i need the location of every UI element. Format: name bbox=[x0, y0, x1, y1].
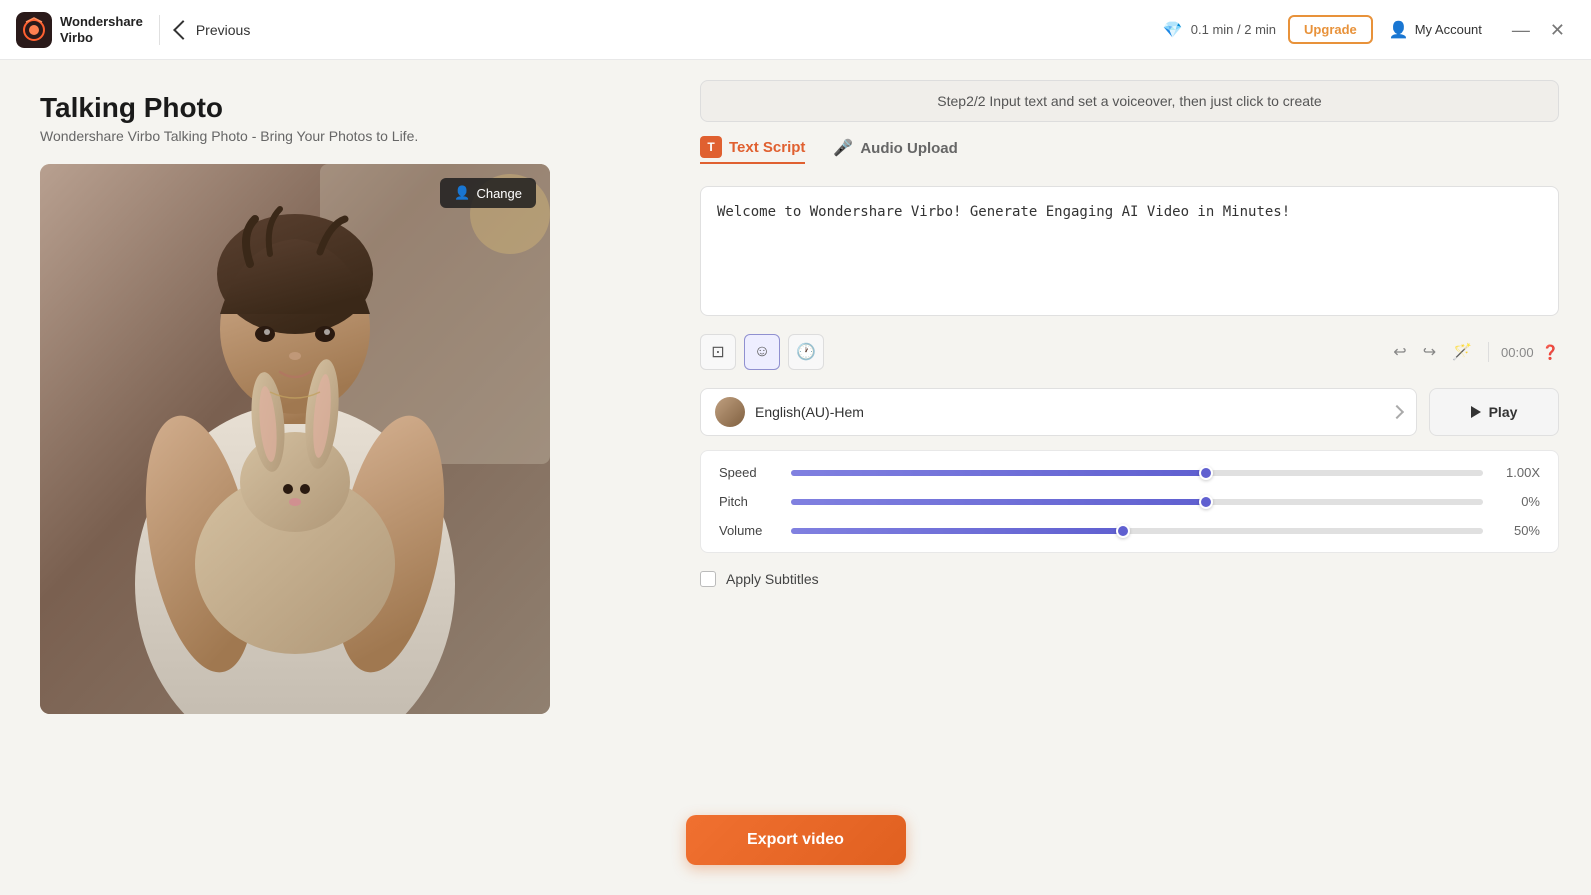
speed-slider-row: Speed 1.00X bbox=[719, 465, 1540, 480]
photo-container: 👤 Change bbox=[40, 164, 550, 714]
gem-icon: 💎 bbox=[1163, 20, 1183, 40]
titlebar-divider bbox=[159, 15, 160, 45]
volume-fill bbox=[791, 528, 1123, 534]
pitch-slider-row: Pitch 0% bbox=[719, 494, 1540, 509]
speed-label: Speed bbox=[719, 465, 779, 480]
step-banner: Step2/2 Input text and set a voiceover, … bbox=[700, 80, 1559, 122]
timer-button[interactable]: 🕐 bbox=[788, 334, 824, 370]
titlebar: Wondershare Virbo Previous 💎 0.1 min / 2… bbox=[0, 0, 1591, 60]
close-button[interactable]: ✕ bbox=[1540, 17, 1575, 43]
volume-slider-track[interactable] bbox=[791, 528, 1483, 534]
tab-audio-upload[interactable]: 🎤 Audio Upload bbox=[833, 138, 957, 162]
chevron-left-icon bbox=[173, 20, 193, 40]
chevron-right-icon bbox=[1390, 405, 1404, 419]
subtitles-row: Apply Subtitles bbox=[700, 567, 1559, 591]
volume-thumb[interactable] bbox=[1116, 524, 1130, 538]
tabs-row: T Text Script 🎤 Audio Upload bbox=[700, 136, 1559, 172]
speed-thumb[interactable] bbox=[1199, 466, 1213, 480]
speed-slider-track[interactable] bbox=[791, 470, 1483, 476]
account-icon: 👤 bbox=[1389, 20, 1409, 40]
undo-button[interactable]: ↩ bbox=[1389, 338, 1410, 366]
main-content: Talking Photo Wondershare Virbo Talking … bbox=[0, 60, 1591, 895]
subtitles-checkbox[interactable] bbox=[700, 571, 716, 587]
script-textarea[interactable]: Welcome to Wondershare Virbo! Generate E… bbox=[700, 186, 1559, 316]
toolbar-row: ⊡ ☺ 🕐 ↩ ↪ 🪄 00:00 ❓ bbox=[700, 330, 1559, 374]
pitch-value: 0% bbox=[1495, 494, 1540, 509]
play-icon bbox=[1471, 406, 1481, 418]
volume-label: Volume bbox=[719, 523, 779, 538]
page-title: Talking Photo bbox=[40, 92, 640, 124]
magic-button[interactable]: 🪄 bbox=[1448, 338, 1476, 366]
speed-value: 1.00X bbox=[1495, 465, 1540, 480]
upgrade-button[interactable]: Upgrade bbox=[1288, 15, 1373, 44]
sliders-section: Speed 1.00X Pitch bbox=[700, 450, 1559, 553]
person-icon: 👤 bbox=[454, 185, 470, 201]
voice-name: English(AU)-Hem bbox=[755, 404, 1382, 420]
emoji-button[interactable]: ☺ bbox=[744, 334, 780, 370]
photo-background bbox=[40, 164, 550, 714]
usage-area: 💎 0.1 min / 2 min bbox=[1163, 20, 1276, 40]
toolbar-divider bbox=[1488, 342, 1489, 362]
voice-avatar bbox=[715, 397, 745, 427]
redo-button[interactable]: ↪ bbox=[1419, 338, 1440, 366]
right-panel: Step2/2 Input text and set a voiceover, … bbox=[680, 60, 1591, 895]
left-panel: Talking Photo Wondershare Virbo Talking … bbox=[0, 60, 680, 895]
change-button[interactable]: 👤 Change bbox=[440, 178, 536, 208]
timestamp: 00:00 bbox=[1501, 345, 1534, 360]
tab-text-script[interactable]: T Text Script bbox=[700, 136, 805, 164]
app-name-text: Wondershare Virbo bbox=[60, 14, 143, 45]
volume-value: 50% bbox=[1495, 523, 1540, 538]
play-button[interactable]: Play bbox=[1429, 388, 1559, 436]
logo-area: Wondershare Virbo bbox=[16, 12, 143, 48]
pitch-thumb[interactable] bbox=[1199, 495, 1213, 509]
page-subtitle: Wondershare Virbo Talking Photo - Bring … bbox=[40, 128, 640, 144]
voice-row: English(AU)-Hem Play bbox=[700, 388, 1559, 436]
export-footer: Export video bbox=[686, 815, 906, 865]
audio-icon: 🎤 bbox=[833, 138, 853, 158]
minimize-button[interactable]: — bbox=[1502, 17, 1540, 43]
main-content-wrapper: Talking Photo Wondershare Virbo Talking … bbox=[0, 60, 1591, 895]
text-format-button[interactable]: ⊡ bbox=[700, 334, 736, 370]
voice-selector[interactable]: English(AU)-Hem bbox=[700, 388, 1417, 436]
account-area[interactable]: 👤 My Account bbox=[1389, 20, 1482, 40]
subtitles-label: Apply Subtitles bbox=[726, 571, 819, 587]
export-button[interactable]: Export video bbox=[686, 815, 906, 865]
text-script-icon: T bbox=[700, 136, 722, 158]
photo-image bbox=[40, 164, 550, 714]
speed-fill bbox=[791, 470, 1206, 476]
volume-slider-row: Volume 50% bbox=[719, 523, 1540, 538]
previous-button[interactable]: Previous bbox=[176, 22, 250, 38]
pitch-fill bbox=[791, 499, 1206, 505]
help-icon[interactable]: ❓ bbox=[1542, 344, 1559, 361]
pitch-label: Pitch bbox=[719, 494, 779, 509]
pitch-slider-track[interactable] bbox=[791, 499, 1483, 505]
app-logo bbox=[16, 12, 52, 48]
